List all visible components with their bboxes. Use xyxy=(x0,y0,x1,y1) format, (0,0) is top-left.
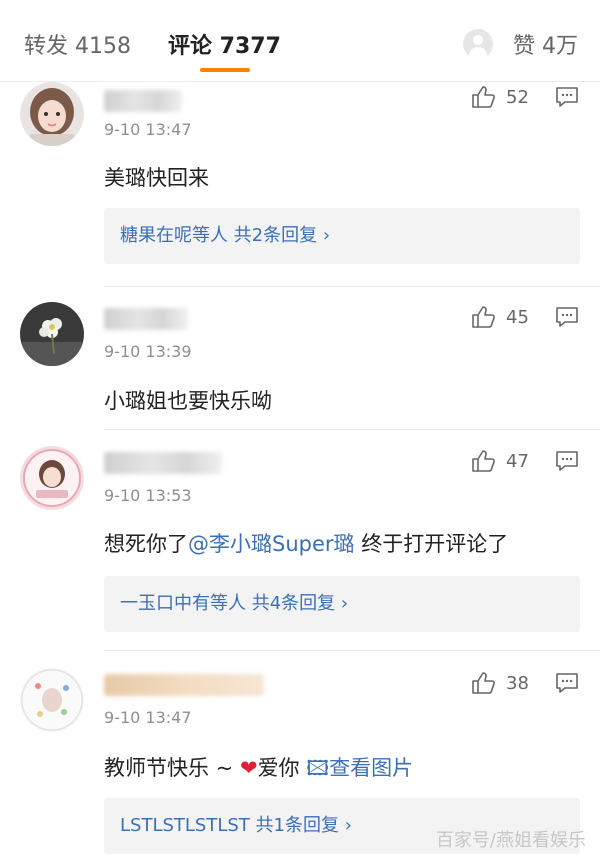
like-button[interactable]: 52 xyxy=(470,84,529,110)
comment-item: 9-10 13:53 想死你了@李小璐Super璐 终于打开评论了 47 一玉口… xyxy=(0,446,600,651)
reply-button[interactable] xyxy=(555,86,579,112)
thumbs-up-icon xyxy=(472,306,495,328)
reply-button[interactable] xyxy=(555,306,579,332)
like-button[interactable]: 45 xyxy=(470,304,529,330)
tab-comments[interactable]: 评论 7377 xyxy=(168,28,281,60)
thumbs-up-icon xyxy=(472,86,495,108)
comment-text-start: 教师节快乐 ~ xyxy=(104,756,240,780)
comment-item: 9-10 13:39 小璐姐也要快乐呦 45 xyxy=(0,302,600,430)
comment-text-end: 爱你 xyxy=(257,756,307,780)
reply-button[interactable] xyxy=(555,672,579,698)
like-count: 47 xyxy=(506,450,529,472)
comment-text: 想死你了@李小璐Super璐 终于打开评论了 xyxy=(104,528,508,558)
username-blurred[interactable] xyxy=(104,90,182,112)
active-tab-indicator xyxy=(200,68,250,72)
thumbs-up-icon xyxy=(472,672,495,694)
comment-time: 9-10 13:53 xyxy=(104,486,192,505)
comment-text-end: 终于打开评论了 xyxy=(354,532,509,556)
comment-icon xyxy=(556,673,578,693)
comment-text: 小璐姐也要快乐呦 xyxy=(104,389,272,413)
avatar[interactable] xyxy=(20,82,84,146)
avatar[interactable] xyxy=(20,302,84,366)
comment-icon xyxy=(556,451,578,471)
like-count: 52 xyxy=(506,86,529,108)
username-blurred[interactable] xyxy=(104,674,264,696)
avatar[interactable] xyxy=(20,668,84,732)
comment-tabs: 转发 4158 评论 7377 赞 4万 xyxy=(0,0,600,82)
comment-text: 教师节快乐 ~ ❤爱你 🖾查看图片 xyxy=(104,752,413,789)
heart-emoji: ❤ xyxy=(239,756,258,780)
tab-likes-label: 赞 4万 xyxy=(513,34,578,59)
tab-likes[interactable]: 赞 4万 xyxy=(463,28,578,60)
avatar[interactable] xyxy=(20,446,84,510)
comment-text-start: 想死你了 xyxy=(104,532,188,556)
comment-time: 9-10 13:47 xyxy=(104,120,192,139)
user-mention-link[interactable]: @李小璐Super璐 xyxy=(188,532,355,556)
comment-item: 9-10 13:47 美璐快回来 52 糖果在呢等人 共2条回复 › xyxy=(0,82,600,287)
like-count: 38 xyxy=(506,672,529,694)
thumbs-up-icon xyxy=(472,450,495,472)
tab-reposts[interactable]: 转发 4158 xyxy=(24,28,131,60)
reply-preview[interactable]: 一玉口中有等人 共4条回复 › xyxy=(104,576,580,632)
view-picture-link[interactable]: 🖾查看图片 xyxy=(306,756,413,780)
comment-divider xyxy=(104,286,600,287)
reply-button[interactable] xyxy=(555,450,579,476)
comment-divider xyxy=(104,650,600,651)
username-blurred[interactable] xyxy=(104,308,188,330)
username-blurred[interactable] xyxy=(104,452,222,474)
watermark: 百家号/燕姐看娱乐 xyxy=(435,830,586,851)
default-avatar-icon xyxy=(463,29,493,59)
like-count: 45 xyxy=(506,306,529,328)
reply-preview[interactable]: 糖果在呢等人 共2条回复 › xyxy=(104,208,580,264)
comment-icon xyxy=(556,87,578,107)
comment-divider xyxy=(104,429,600,430)
like-button[interactable]: 47 xyxy=(470,448,529,474)
comment-time: 9-10 13:47 xyxy=(104,708,192,727)
comment-time: 9-10 13:39 xyxy=(104,342,192,361)
comment-icon xyxy=(556,307,578,327)
comment-text: 美璐快回来 xyxy=(104,166,209,190)
like-button[interactable]: 38 xyxy=(470,670,529,696)
